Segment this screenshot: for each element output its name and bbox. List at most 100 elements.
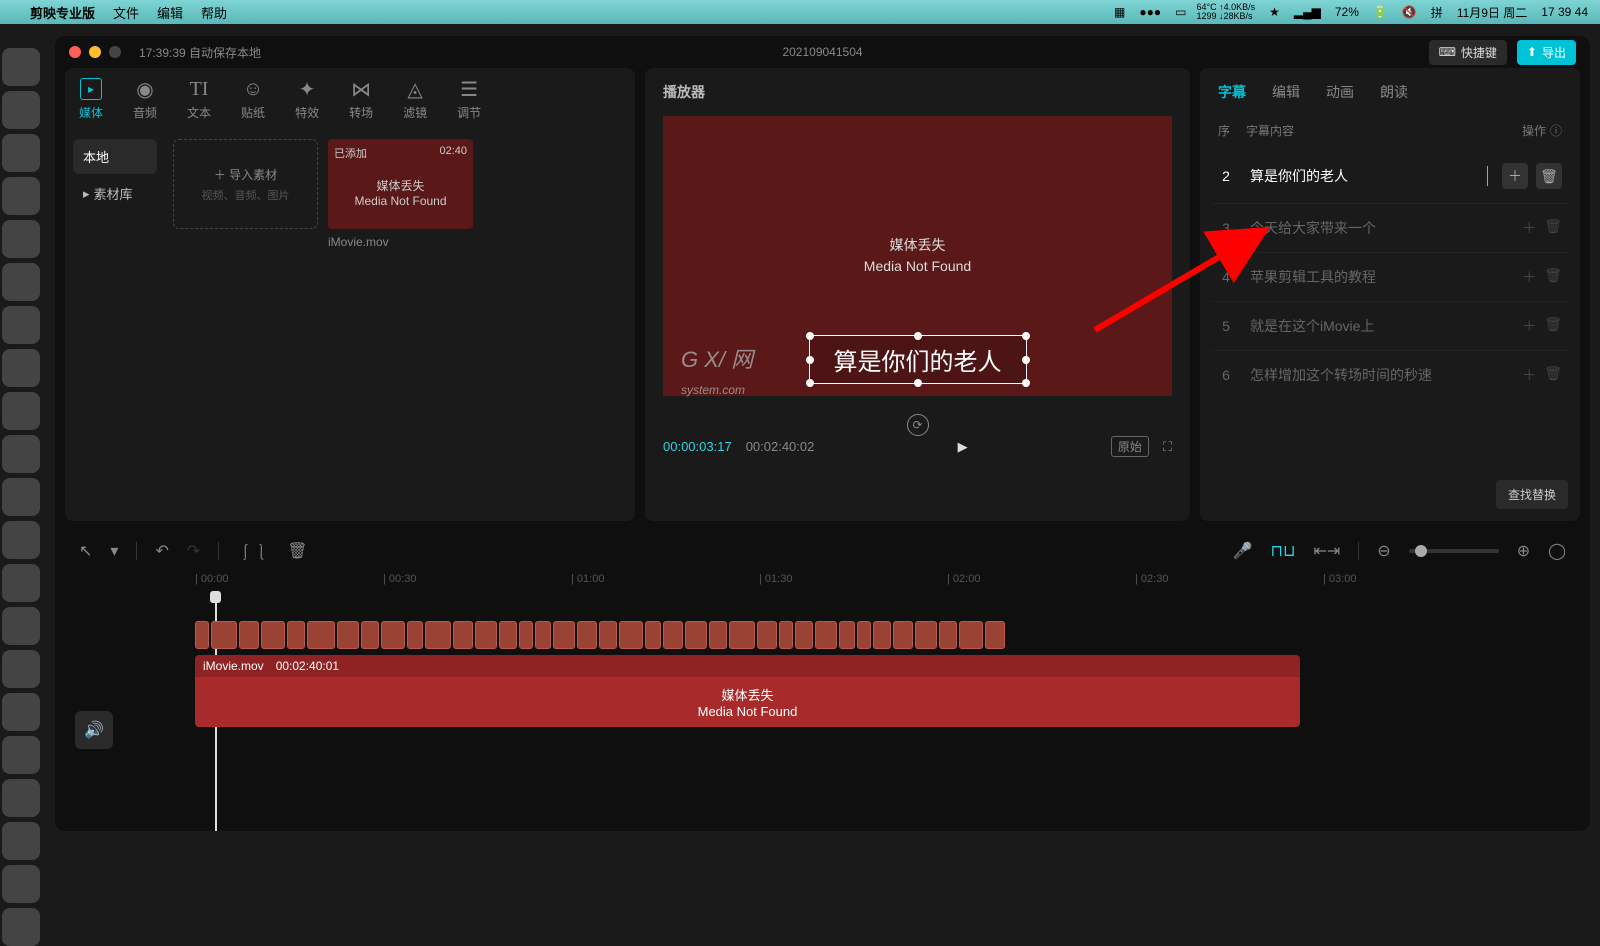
subtitle-row[interactable]: 6 怎样增加这个转场时间的秒速 ＋🗑: [1212, 350, 1568, 399]
fullscreen-icon[interactable]: ⛶: [1163, 439, 1172, 455]
add-icon[interactable]: ＋: [1522, 267, 1536, 287]
delete-icon[interactable]: 🗑: [1544, 218, 1562, 238]
subtitle-row[interactable]: 5 就是在这个iMovie上 ＋🗑: [1212, 301, 1568, 350]
tool-dropdown-icon[interactable]: ▾: [110, 541, 118, 561]
tab-media[interactable]: ▸媒体: [79, 78, 103, 121]
tab-adjust[interactable]: ☰调节: [457, 78, 481, 121]
dock-app[interactable]: [2, 865, 40, 903]
play-button[interactable]: ▶: [958, 439, 968, 455]
total-time: 00:02:40:02: [746, 439, 815, 454]
delete-icon[interactable]: 🗑: [287, 541, 307, 561]
dock-app[interactable]: [2, 220, 40, 258]
dock-app[interactable]: [2, 392, 40, 430]
dots-icon[interactable]: ●●●: [1139, 5, 1161, 19]
dock-app[interactable]: [2, 91, 40, 129]
dock-app[interactable]: [2, 564, 40, 602]
tab-animation[interactable]: 动画: [1326, 82, 1354, 102]
dock-app[interactable]: [2, 306, 40, 344]
delete-subtitle-button[interactable]: 🗑: [1536, 163, 1562, 189]
delete-icon[interactable]: 🗑: [1544, 316, 1562, 336]
signal-icon[interactable]: ▂▄▆: [1294, 5, 1321, 19]
tab-transition[interactable]: ⋈转场: [349, 78, 373, 121]
video-track[interactable]: iMovie.mov00:02:40:01 媒体丢失Media Not Foun…: [195, 655, 1300, 727]
timeline-ruler[interactable]: | 00:00| 00:30| 01:00| 01:30| 02:00| 02:…: [195, 571, 1580, 593]
magnet-icon[interactable]: ⊓⊔: [1271, 541, 1296, 561]
media-item[interactable]: 已添加02:40 媒体丢失Media Not Found iMovie.mov: [328, 139, 473, 249]
zoom-fit-icon[interactable]: ◯: [1548, 541, 1566, 561]
clip-name: iMovie.mov: [203, 659, 264, 673]
input-icon[interactable]: 拼: [1431, 4, 1443, 21]
sidebar-local[interactable]: 本地: [73, 139, 157, 174]
undo-icon[interactable]: ↶: [155, 541, 168, 561]
media-filename: iMovie.mov: [328, 235, 473, 249]
split-icon[interactable]: ⎰⎱: [237, 539, 269, 563]
dock-app[interactable]: [2, 607, 40, 645]
app-name[interactable]: 剪映专业版: [30, 3, 95, 22]
dock-app[interactable]: [2, 435, 40, 473]
minimize-icon[interactable]: [89, 46, 101, 58]
subtitle-panel: 字幕 编辑 动画 朗读 序 字幕内容 操作 ⓘ 2 算是你们的老人 ＋🗑 3: [1200, 68, 1580, 521]
export-button[interactable]: ⬆ 导出: [1517, 40, 1576, 65]
find-replace-button[interactable]: 查找替换: [1496, 480, 1568, 509]
link-icon[interactable]: ⇤⇥: [1313, 541, 1340, 561]
subtitle-text-active[interactable]: 算是你们的老人: [1250, 166, 1486, 186]
dock-app[interactable]: [2, 736, 40, 774]
info-icon[interactable]: ⓘ: [1550, 122, 1562, 139]
tab-sticker[interactable]: ☺贴纸: [241, 78, 265, 121]
dock-app[interactable]: [2, 134, 40, 172]
menu-help[interactable]: 帮助: [201, 3, 227, 22]
subtitle-row[interactable]: 4 苹果剪辑工具的教程 ＋🗑: [1212, 252, 1568, 301]
dock-app[interactable]: [2, 478, 40, 516]
audio-track-icon[interactable]: 🔊: [75, 711, 113, 749]
dock-app[interactable]: [2, 177, 40, 215]
sidebar-library[interactable]: ▸素材库: [73, 176, 157, 211]
display-icon[interactable]: ▭: [1175, 5, 1186, 19]
timeline-tracks[interactable]: 🔊 iMovie.mov00:02:40:01 媒体丢失Media Not Fo…: [75, 593, 1580, 831]
dock-app[interactable]: [2, 521, 40, 559]
subtitle-track[interactable]: [195, 621, 1300, 649]
mic-icon[interactable]: 🎤: [1233, 541, 1253, 561]
redo-icon[interactable]: ↷: [187, 541, 200, 561]
dock-app[interactable]: [2, 822, 40, 860]
tab-text[interactable]: TI文本: [187, 78, 211, 121]
caption-overlay[interactable]: 算是你们的老人: [809, 335, 1027, 384]
add-subtitle-button[interactable]: ＋: [1502, 163, 1528, 189]
dock-app[interactable]: [2, 48, 40, 86]
preview-canvas[interactable]: 媒体丢失Media Not Found 算是你们的老人 G X/ 网system…: [663, 116, 1172, 396]
dock-app[interactable]: [2, 650, 40, 688]
menu-file[interactable]: 文件: [113, 3, 139, 22]
zoom-slider[interactable]: [1409, 549, 1499, 553]
aspect-button[interactable]: 原始: [1111, 436, 1149, 457]
subtitle-row[interactable]: 2 算是你们的老人 ＋🗑: [1212, 149, 1568, 203]
tab-subtitle[interactable]: 字幕: [1218, 82, 1246, 102]
rotate-icon[interactable]: ⟳: [907, 414, 929, 436]
tab-effect[interactable]: ✦特效: [295, 78, 319, 121]
keyboard-icon: ⌨: [1439, 45, 1456, 59]
maximize-icon[interactable]: [109, 46, 121, 58]
delete-icon[interactable]: 🗑: [1544, 365, 1562, 385]
tab-read[interactable]: 朗读: [1380, 82, 1408, 102]
zoom-out-icon[interactable]: ⊖: [1377, 541, 1390, 561]
shortcut-button[interactable]: ⌨ 快捷键: [1429, 40, 1507, 65]
add-icon[interactable]: ＋: [1522, 365, 1536, 385]
dock-app[interactable]: [2, 263, 40, 301]
add-icon[interactable]: ＋: [1522, 218, 1536, 238]
close-icon[interactable]: [69, 46, 81, 58]
dock-app[interactable]: [2, 779, 40, 817]
import-button[interactable]: ＋ 导入素材 视频、音频、图片: [173, 139, 318, 229]
tab-filter[interactable]: ◬滤镜: [403, 78, 427, 121]
subtitle-row[interactable]: 3 今天给大家带来一个 ＋🗑: [1212, 203, 1568, 252]
tab-audio[interactable]: ◉音频: [133, 78, 157, 121]
tab-edit[interactable]: 编辑: [1272, 82, 1300, 102]
add-icon[interactable]: ＋: [1522, 316, 1536, 336]
grid-icon[interactable]: ▦: [1114, 5, 1125, 19]
menu-edit[interactable]: 编辑: [157, 3, 183, 22]
star-icon[interactable]: ★: [1269, 5, 1280, 19]
dock-app[interactable]: [2, 349, 40, 387]
zoom-in-icon[interactable]: ⊕: [1517, 541, 1530, 561]
delete-icon[interactable]: 🗑: [1544, 267, 1562, 287]
select-tool-icon[interactable]: ↖: [79, 541, 92, 561]
volume-icon[interactable]: 🔇: [1402, 5, 1417, 19]
dock-app[interactable]: [2, 908, 40, 946]
dock-app[interactable]: [2, 693, 40, 731]
